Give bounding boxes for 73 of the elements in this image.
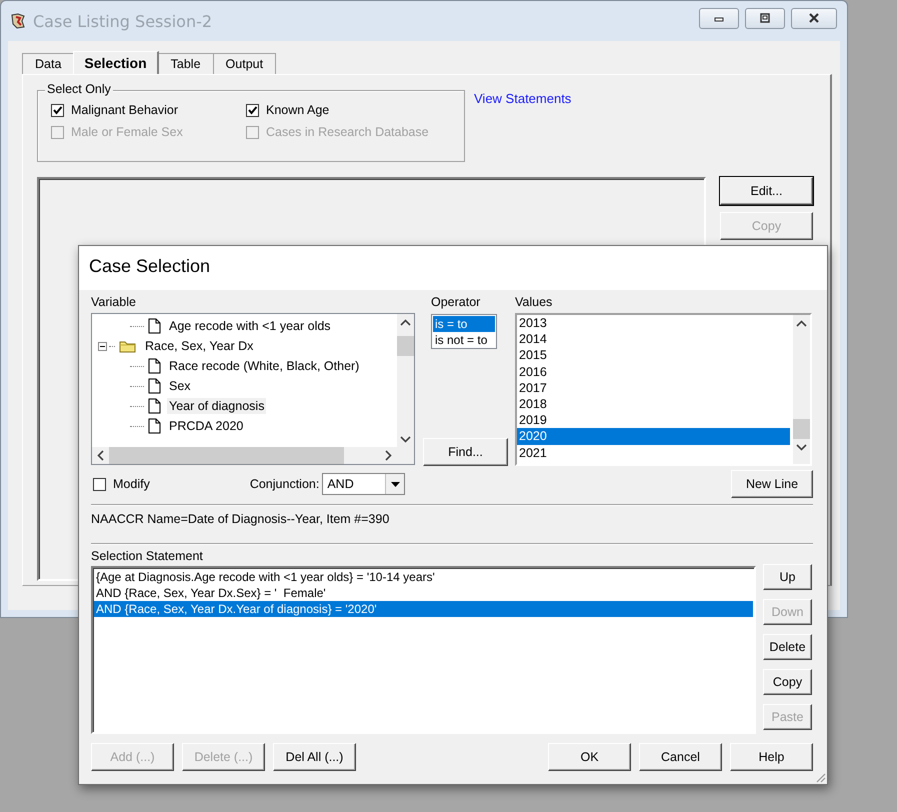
field-label: Conjunction: (250, 477, 320, 491)
checkbox-label: Modify (113, 477, 150, 491)
list-item[interactable]: 2019 (517, 412, 790, 428)
tab[interactable]: Output (212, 53, 276, 74)
scroll-thumb[interactable] (397, 336, 414, 356)
variable-tree[interactable]: Age recode with <1 year olds Race, Sex, Year Dx Race recode (White, Black, Other) Sex Year of diagnosis PRCDA 2020 (91, 313, 415, 465)
field-label: Selection Statement (91, 548, 204, 564)
scrollbar[interactable] (92, 447, 414, 464)
checkbox[interactable] (51, 104, 64, 116)
tree-item[interactable]: Race, Sex, Year Dx (143, 338, 256, 354)
button[interactable]: Cancel (639, 743, 722, 771)
list-item[interactable]: AND {Race, Sex, Year Dx.Year of diagnosis} = '2020' (94, 601, 753, 617)
list-item[interactable]: 2015 (517, 347, 790, 364)
checkbox-label: Malignant Behavior (71, 103, 178, 117)
list-item[interactable]: is not = to (433, 332, 495, 348)
list-item[interactable]: AND {Race, Sex, Year Dx.Sex} = ' Female' (94, 585, 753, 601)
tree-item[interactable]: Year of diagnosis (167, 398, 266, 414)
close-button[interactable] (791, 8, 837, 28)
scrollbar[interactable] (793, 315, 810, 464)
list-item[interactable]: 2016 (517, 364, 790, 380)
list-item[interactable]: is = to (433, 316, 495, 332)
list-item[interactable]: 2014 (517, 331, 790, 348)
scroll-thumb[interactable] (109, 447, 344, 464)
checkbox[interactable] (93, 478, 106, 490)
button[interactable]: Up (763, 564, 812, 590)
conjunction-dropdown[interactable]: AND (322, 473, 406, 495)
list-item[interactable]: 2020 (517, 428, 790, 444)
close-icon (807, 13, 821, 23)
document-icon (148, 398, 161, 414)
checkbox-label: Cases in Research Database (266, 125, 429, 139)
list-item[interactable]: {Age at Diagnosis.Age recode with <1 year olds} = '10-14 years' (94, 569, 753, 585)
checkbox-label: Known Age (266, 103, 330, 117)
tab[interactable]: Selection (73, 51, 159, 74)
document-icon (148, 378, 161, 394)
tab[interactable]: Data (22, 53, 74, 74)
group-label: Select Only (45, 82, 113, 96)
maximize-button[interactable] (745, 8, 785, 28)
button[interactable]: Delete (763, 634, 812, 660)
list-item[interactable]: 2018 (517, 396, 790, 412)
minimize-button[interactable] (699, 8, 739, 28)
field-label: Variable (91, 294, 137, 310)
field-label: Operator (431, 294, 482, 310)
scroll-thumb[interactable] (793, 419, 810, 439)
button[interactable]: Copy (763, 669, 812, 695)
view-statements-link[interactable]: View Statements (474, 91, 572, 106)
document-icon (148, 358, 161, 374)
info-text: NAACCR Name=Date of Diagnosis--Year, Item #=390 (91, 511, 390, 528)
button[interactable]: OK (548, 743, 631, 771)
field-label: Values (515, 294, 554, 310)
maximize-icon (759, 13, 771, 23)
button[interactable]: Edit... (720, 177, 813, 205)
list-item[interactable]: 2017 (517, 380, 790, 396)
scrollbar[interactable] (397, 314, 414, 448)
button[interactable]: New Line (731, 470, 813, 498)
resize-grip-icon (814, 771, 826, 783)
tree-item[interactable]: Sex (167, 378, 193, 394)
window-title: Case Listing Session-2 (33, 12, 214, 30)
checkbox[interactable] (246, 104, 259, 116)
tree-item[interactable]: Race recode (White, Black, Other) (167, 358, 362, 374)
folder-icon (119, 339, 137, 353)
list-item[interactable]: 2021 (517, 444, 790, 461)
document-icon (148, 418, 161, 434)
list-item[interactable]: 2013 (517, 315, 790, 332)
dropdown-arrow-icon (390, 482, 400, 486)
dialog-title: Case Selection (79, 246, 827, 290)
document-icon (148, 318, 161, 334)
button[interactable]: Del All (...) (273, 743, 356, 771)
tree-item[interactable]: Age recode with <1 year olds (167, 318, 333, 334)
button[interactable]: Help (730, 743, 813, 771)
button[interactable]: Find... (423, 438, 508, 466)
checkbox-label: Male or Female Sex (71, 125, 183, 139)
tree-item[interactable]: PRCDA 2020 (167, 418, 246, 434)
app-icon (9, 12, 27, 30)
